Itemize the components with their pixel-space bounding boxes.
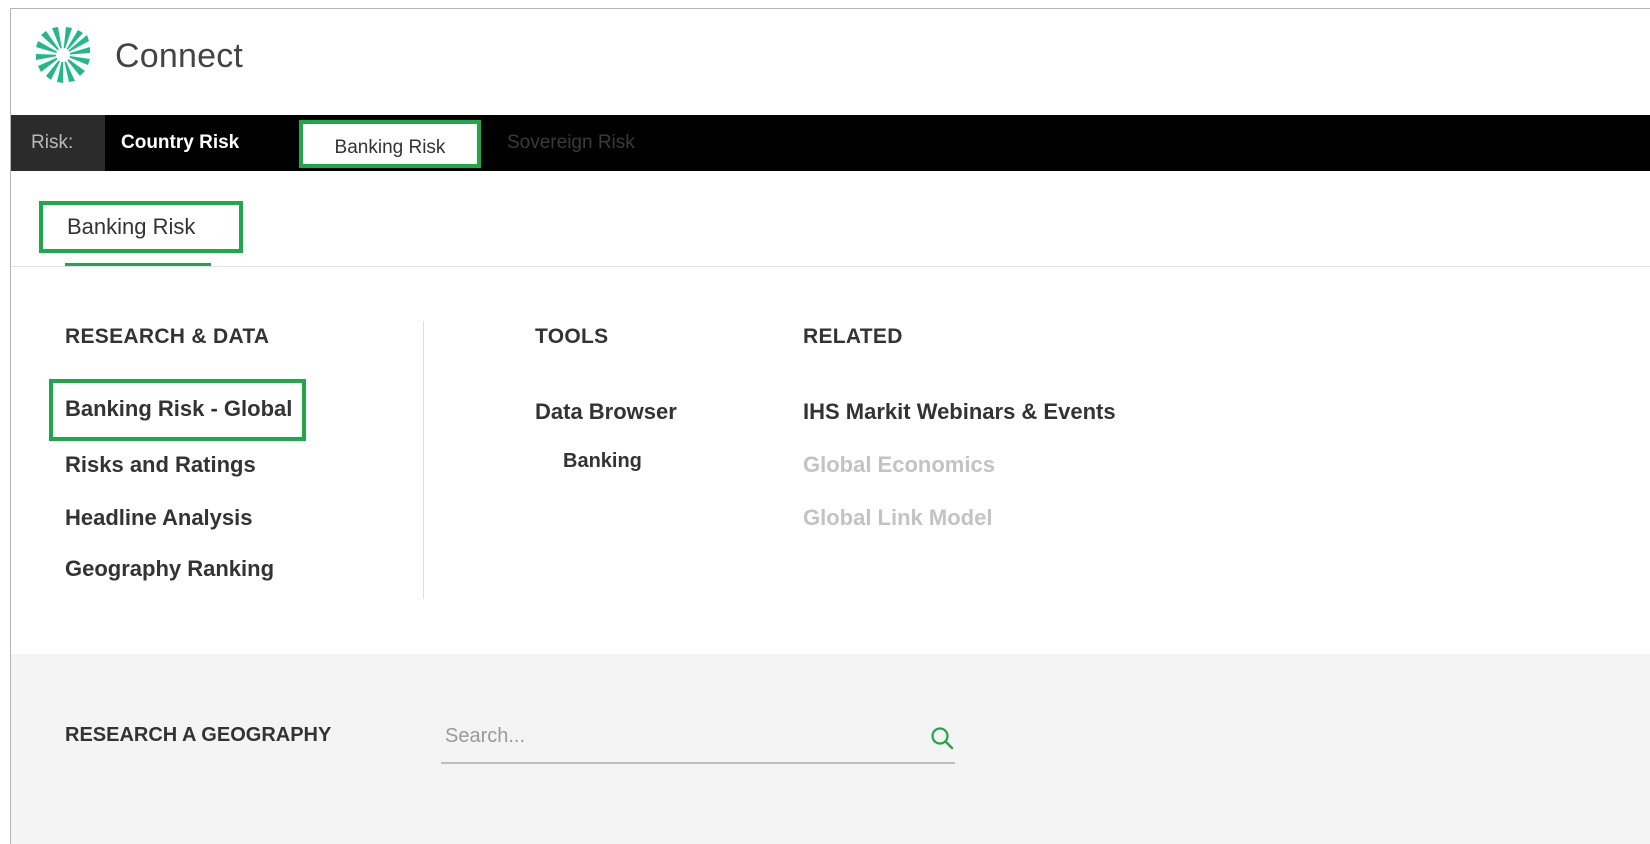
link-banking-risk-global[interactable]: Banking Risk - Global	[49, 379, 307, 441]
sub-tab-banking-risk[interactable]: Banking Risk	[39, 201, 243, 253]
geography-search-input[interactable]	[441, 712, 915, 760]
app-title: Connect	[115, 37, 244, 75]
link-risks-and-ratings[interactable]: Risks and Ratings	[65, 452, 256, 478]
tab-country-risk[interactable]: Country Risk	[121, 115, 239, 171]
research-geography-panel: RESEARCH A GEOGRAPHY	[11, 654, 1650, 844]
tab-sovereign-risk[interactable]: Sovereign Risk	[507, 115, 635, 171]
research-data-heading: RESEARCH & DATA	[65, 325, 270, 348]
link-data-browser[interactable]: Data Browser	[535, 399, 677, 425]
risk-nav-label: Risk:	[11, 115, 105, 171]
tools-heading: TOOLS	[535, 325, 609, 348]
geography-search-box	[441, 712, 955, 764]
app-frame: Connect Risk: Country Risk Banking Risk …	[10, 8, 1650, 844]
link-global-link-model[interactable]: Global Link Model	[803, 505, 992, 531]
link-geography-ranking[interactable]: Geography Ranking	[65, 556, 274, 582]
link-ihs-markit-webinars-events[interactable]: IHS Markit Webinars & Events	[803, 399, 1116, 425]
app-header: Connect	[11, 9, 1650, 115]
related-heading: RELATED	[803, 325, 903, 348]
risk-nav-bar: Risk: Country Risk Banking Risk Sovereig…	[11, 115, 1650, 171]
connect-logo-icon[interactable]	[35, 27, 91, 83]
link-data-browser-banking[interactable]: Banking	[563, 450, 642, 473]
link-global-economics[interactable]: Global Economics	[803, 452, 995, 478]
sub-nav-divider	[11, 266, 1650, 267]
link-headline-analysis[interactable]: Headline Analysis	[65, 505, 252, 531]
research-geography-label: RESEARCH A GEOGRAPHY	[65, 724, 332, 746]
tab-banking-risk[interactable]: Banking Risk	[299, 120, 481, 168]
menu-column-divider	[423, 321, 424, 599]
search-icon[interactable]	[929, 725, 955, 751]
